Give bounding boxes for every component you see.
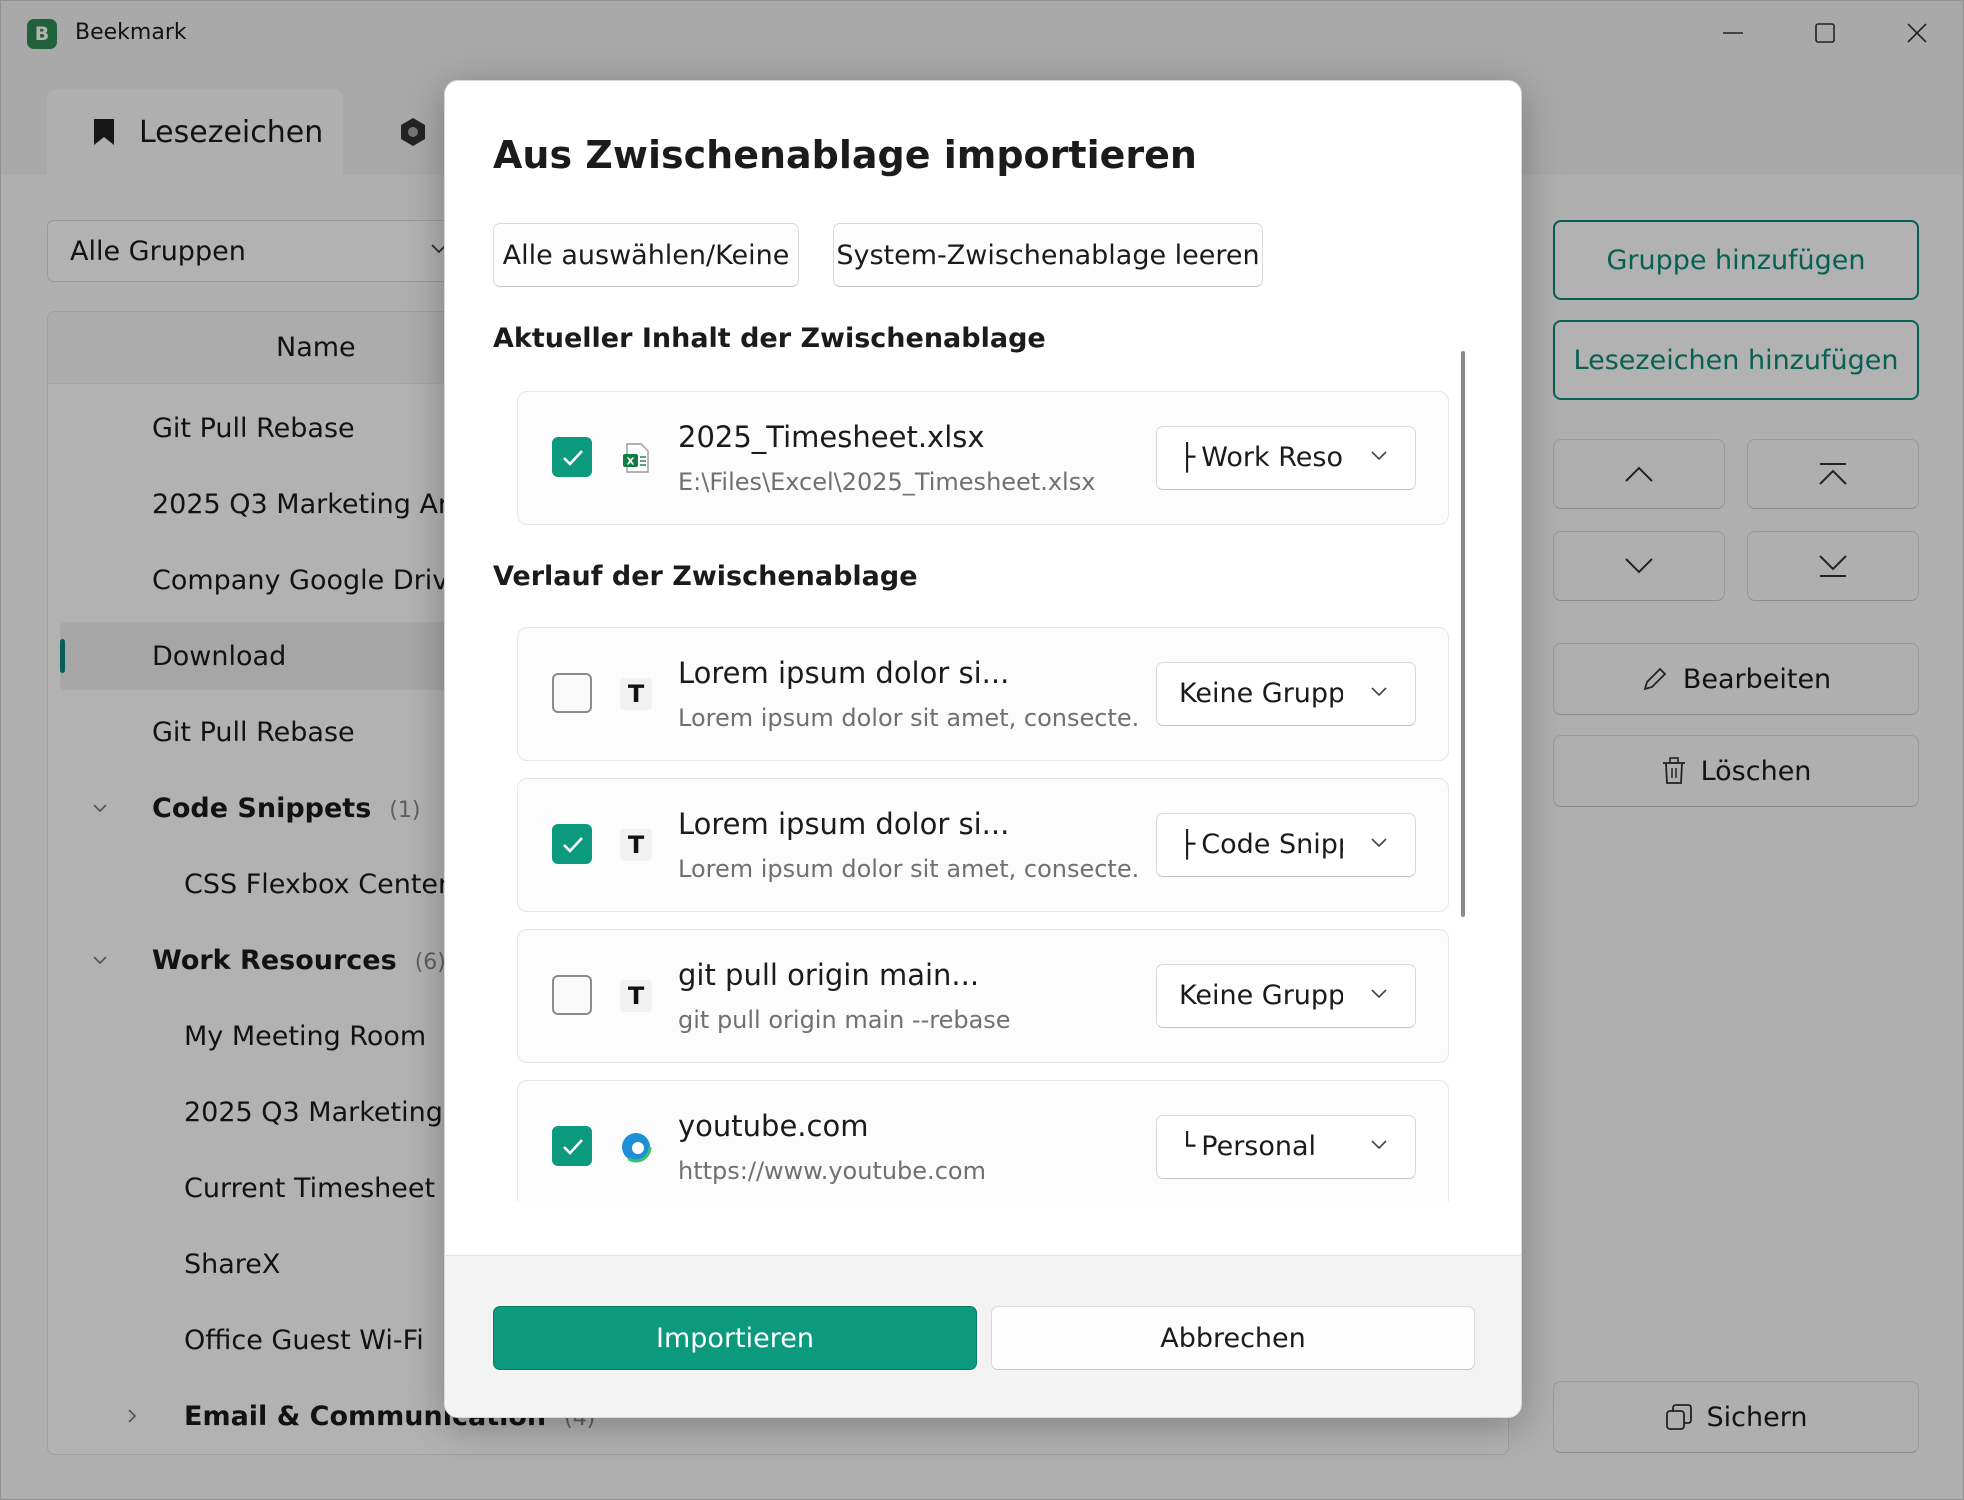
text-icon: T [620,980,652,1012]
clipboard-item-card: X 2025_Timesheet.xlsx E:\Files\Excel\202… [517,391,1449,525]
check-icon [563,450,583,466]
history-heading: Verlauf der Zwischenablage [493,561,918,592]
group-select-value: Keine Gruppe [1179,678,1343,709]
svg-text:X: X [627,457,635,468]
group-select-value: Work Resources [1201,442,1343,473]
tree-branch-glyph: └ [1179,1131,1196,1162]
item-checkbox[interactable] [552,824,592,864]
item-subtitle: git pull origin main --rebase [678,1006,1011,1034]
group-select[interactable]: Keine Gruppe [1156,964,1416,1028]
item-subtitle: Lorem ipsum dolor sit amet, consecte... [678,855,1138,883]
item-title: git pull origin main... [678,958,980,992]
clear-clipboard-button[interactable]: System-Zwischenablage leeren [833,223,1263,287]
group-select-value: Code Snippets [1201,829,1343,860]
cancel-button[interactable]: Abbrechen [991,1306,1475,1370]
text-icon: T [620,829,652,861]
chevron-down-icon [1371,687,1387,697]
item-checkbox[interactable] [552,1126,592,1166]
current-clipboard-heading: Aktueller Inhalt der Zwischenablage [493,323,1046,354]
group-select[interactable]: Keine Gruppe [1156,662,1416,726]
chevron-down-icon [1371,838,1387,848]
item-title: youtube.com [678,1109,869,1143]
item-title: 2025_Timesheet.xlsx [678,420,985,454]
clipboard-history-card: youtube.com https://www.youtube.com └ Per… [517,1080,1449,1201]
item-subtitle: https://www.youtube.com [678,1157,986,1185]
dialog-title: Aus Zwischenablage importieren [493,133,1197,177]
import-button[interactable]: Importieren [493,1306,977,1370]
text-icon: T [620,678,652,710]
item-title: Lorem ipsum dolor si... [678,656,1010,690]
group-select[interactable]: ├Work Resources [1156,426,1416,490]
check-icon [563,837,583,853]
chevron-down-icon [1371,989,1387,999]
item-checkbox[interactable] [552,673,592,713]
edge-browser-icon [620,1131,652,1163]
item-checkbox[interactable] [552,437,592,477]
chevron-down-icon [1371,451,1387,461]
item-subtitle: Lorem ipsum dolor sit amet, consecte... [678,704,1138,732]
item-title: Lorem ipsum dolor si... [678,807,1010,841]
select-all-button[interactable]: Alle auswählen/Keine [493,223,799,287]
clipboard-history-card: T Lorem ipsum dolor si... Lorem ipsum do… [517,778,1449,912]
clipboard-history-card: T git pull origin main... git pull origi… [517,929,1449,1063]
group-select[interactable]: └ Personal [1156,1115,1416,1179]
group-select[interactable]: ├Code Snippets [1156,813,1416,877]
chevron-down-icon [1371,1140,1387,1150]
tree-branch-glyph: ├ [1179,442,1196,473]
tree-branch-glyph: ├ [1179,829,1196,860]
item-checkbox[interactable] [552,975,592,1015]
import-clipboard-dialog: Aus Zwischenablage importieren Alle ausw… [444,80,1522,1418]
dialog-body: Aus Zwischenablage importieren Alle ausw… [445,81,1521,1201]
clipboard-history-card: T Lorem ipsum dolor si... Lorem ipsum do… [517,627,1449,761]
check-icon [563,1139,583,1155]
dialog-footer: Importieren Abbrechen [445,1255,1521,1417]
group-select-value: Keine Gruppe [1179,980,1343,1011]
excel-file-icon: X [620,442,652,474]
group-select-value: Personal [1201,1131,1317,1162]
dialog-scrollbar[interactable] [1461,351,1465,917]
item-subtitle: E:\Files\Excel\2025_Timesheet.xlsx [678,468,1096,496]
